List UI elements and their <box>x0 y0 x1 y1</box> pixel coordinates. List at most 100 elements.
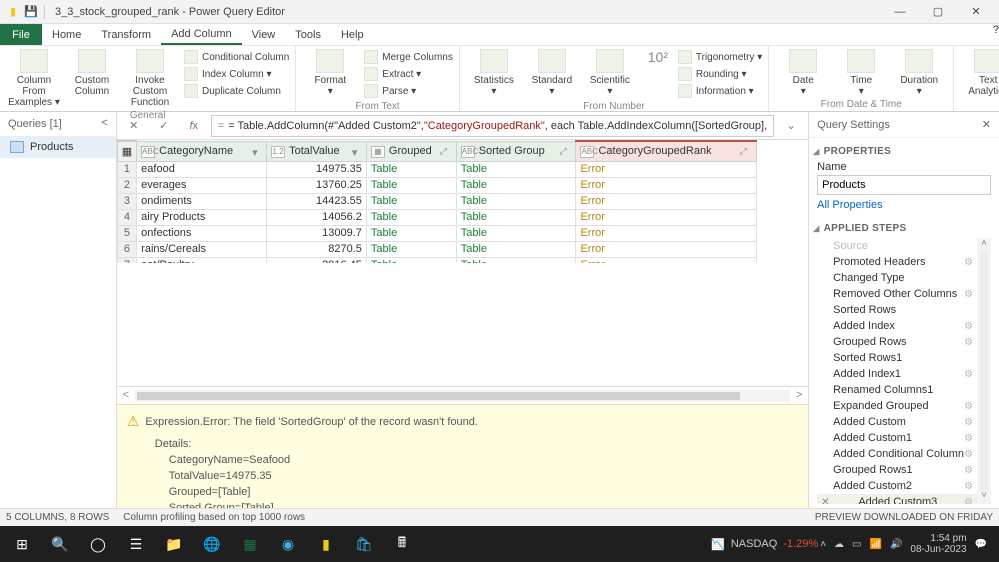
formula-bar[interactable]: = = Table.AddColumn(#"Added Custom2", "C… <box>211 115 774 137</box>
tray-volume-icon[interactable]: 🔊 <box>890 539 902 550</box>
collapse-queries-icon[interactable]: < <box>101 118 108 130</box>
gear-icon[interactable]: ⚙ <box>964 433 973 444</box>
cell-error[interactable]: Error <box>576 225 756 241</box>
cell-total[interactable]: 2916.45 <box>267 257 367 263</box>
applied-step[interactable]: Added Index⚙ <box>817 318 977 334</box>
cell-category[interactable]: rains/Cereals <box>137 241 267 257</box>
ai-text[interactable]: TextAnalytics <box>960 49 999 108</box>
general-custom[interactable]: CustomColumn <box>64 49 120 108</box>
cell-sorted[interactable]: Table <box>456 209 576 225</box>
formula-accept-icon[interactable]: ✓ <box>151 115 177 137</box>
gear-icon[interactable]: ⚙ <box>964 321 973 332</box>
cell-grouped[interactable]: Table <box>366 257 456 263</box>
vertical-scrollbar[interactable] <box>980 252 988 490</box>
fromtext-mergecolumns[interactable]: Merge Columns <box>364 49 453 65</box>
formula-expand-icon[interactable]: ⌄ <box>778 115 804 137</box>
applied-step[interactable]: Sorted Rows1 <box>817 350 977 366</box>
column-header-categoryname[interactable]: ABCCategoryName▾ <box>137 141 267 161</box>
cell-grouped[interactable]: Table <box>366 177 456 193</box>
general-conditionalcolumn[interactable]: Conditional Column <box>184 49 289 65</box>
fromnumber-statistics[interactable]: Statistics▾ <box>466 49 522 97</box>
formula-cancel-icon[interactable]: ✕ <box>121 115 147 137</box>
cell-category[interactable]: onfections <box>137 225 267 241</box>
scroll-left-icon[interactable]: < <box>117 390 135 402</box>
close-button[interactable]: ✕ <box>957 0 995 24</box>
menu-tab-view[interactable]: View <box>242 24 286 45</box>
cortana-icon[interactable]: ◯ <box>80 529 116 559</box>
general-invokecustom[interactable]: Invoke CustomFunction <box>122 49 178 108</box>
cell-error[interactable]: Error <box>576 241 756 257</box>
general-columnfrom[interactable]: Column FromExamples ▾ <box>6 49 62 108</box>
fromnumber-trigonometry[interactable]: Trigonometry ▾ <box>678 49 762 65</box>
column-header-totalvalue[interactable]: 1.2TotalValue▾ <box>267 141 367 161</box>
fromdate-date[interactable]: Date▾ <box>775 49 831 97</box>
query-name-input[interactable] <box>817 175 991 195</box>
fromnumber-standard[interactable]: Standard▾ <box>524 49 580 97</box>
applied-step[interactable]: Grouped Rows1⚙ <box>817 462 977 478</box>
column-header-sorted-group[interactable]: ABCSorted Group⤢ <box>456 141 576 161</box>
fromnumber-scientific[interactable]: Scientific▾ <box>582 49 638 97</box>
cell-sorted[interactable]: Table <box>456 161 576 177</box>
delete-step-icon[interactable]: ✕ <box>821 497 829 505</box>
scroll-down-icon[interactable]: ˅ <box>981 490 987 504</box>
filter-icon[interactable]: ▾ <box>352 146 364 158</box>
expand-icon[interactable]: ⤢ <box>559 146 573 158</box>
formula-fx-icon[interactable]: fx <box>181 115 207 137</box>
gear-icon[interactable]: ⚙ <box>964 401 973 412</box>
column-header-categorygroupedrank[interactable]: ABCCategoryGroupedRank⤢ <box>576 141 756 161</box>
applied-step[interactable]: Expanded Grouped⚙ <box>817 398 977 414</box>
applied-step[interactable]: Grouped Rows⚙ <box>817 334 977 350</box>
explorer-icon[interactable]: 📁 <box>156 529 192 559</box>
row-number[interactable]: 4 <box>117 209 136 225</box>
cell-error[interactable]: Error <box>576 193 756 209</box>
cell-sorted[interactable]: Table <box>456 225 576 241</box>
row-number[interactable]: 6 <box>117 241 136 257</box>
gear-icon[interactable]: ⚙ <box>964 481 973 492</box>
powerbi-icon[interactable]: ▮ <box>308 529 344 559</box>
gear-icon[interactable]: ⚙ <box>964 337 973 348</box>
scroll-up-icon[interactable]: ˄ <box>981 238 987 252</box>
excel-icon[interactable]: ▦ <box>232 529 268 559</box>
minimize-button[interactable]: — <box>881 0 919 24</box>
gear-icon[interactable]: ⚙ <box>964 289 973 300</box>
cell-sorted[interactable]: Table <box>456 241 576 257</box>
tray-cloud-icon[interactable]: ☁ <box>834 539 844 550</box>
store-icon[interactable]: 🛍 <box>346 529 382 559</box>
cell-grouped[interactable]: Table <box>366 161 456 177</box>
calculator-icon[interactable]: 🖩 <box>384 529 420 559</box>
row-number[interactable]: 7 <box>117 257 136 263</box>
general-indexcolumn[interactable]: Index Column ▾ <box>184 66 289 82</box>
cell-error[interactable]: Error <box>576 257 756 263</box>
expand-icon[interactable]: ⤢ <box>740 146 754 158</box>
menu-tab-transform[interactable]: Transform <box>91 24 161 45</box>
taskview-icon[interactable]: ☰ <box>118 529 154 559</box>
cell-error[interactable]: Error <box>576 177 756 193</box>
row-number[interactable]: 1 <box>117 161 136 177</box>
cell-grouped[interactable]: Table <box>366 225 456 241</box>
chrome-icon[interactable]: 🌐 <box>194 529 230 559</box>
row-number[interactable]: 5 <box>117 225 136 241</box>
menu-tab-tools[interactable]: Tools <box>285 24 331 45</box>
cell-sorted[interactable]: Table <box>456 193 576 209</box>
tray-wifi-icon[interactable]: 📶 <box>869 539 881 550</box>
applied-step[interactable]: Sorted Rows <box>817 302 977 318</box>
maximize-button[interactable]: ▢ <box>919 0 957 24</box>
tray-chevron-icon[interactable]: ˄ <box>820 539 826 550</box>
help-button[interactable]: ? <box>993 24 999 45</box>
properties-heading[interactable]: PROPERTIES <box>813 146 991 157</box>
applied-step[interactable]: Added Custom1⚙ <box>817 430 977 446</box>
cell-total[interactable]: 14423.55 <box>267 193 367 209</box>
cell-total[interactable]: 14056.2 <box>267 209 367 225</box>
cell-error[interactable]: Error <box>576 209 756 225</box>
cell-sorted[interactable]: Table <box>456 177 576 193</box>
applied-step[interactable]: Added Custom⚙ <box>817 414 977 430</box>
gear-icon[interactable]: ⚙ <box>964 497 973 505</box>
query-item[interactable]: Products <box>0 136 116 158</box>
applied-step[interactable]: Changed Type <box>817 270 977 286</box>
applied-step[interactable]: Added Custom2⚙ <box>817 478 977 494</box>
cell-grouped[interactable]: Table <box>366 209 456 225</box>
row-number[interactable]: 3 <box>117 193 136 209</box>
menu-tab-home[interactable]: Home <box>42 24 91 45</box>
row-header-corner[interactable]: ▦ <box>117 141 136 161</box>
column-header-grouped[interactable]: ▦Grouped⤢ <box>366 141 456 161</box>
